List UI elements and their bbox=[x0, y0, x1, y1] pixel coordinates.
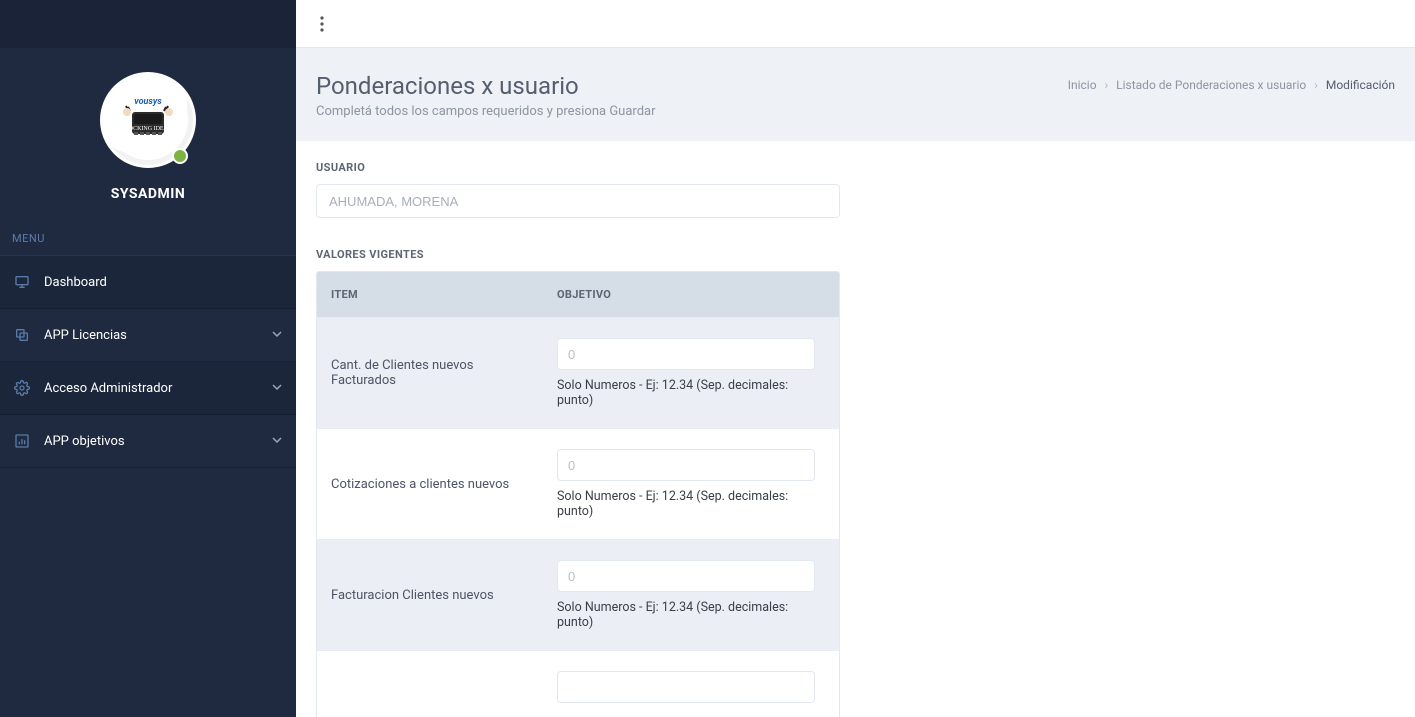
helper-text: Solo Numeros - Ej: 12.34 (Sep. decimales… bbox=[557, 600, 825, 630]
kebab-menu-icon[interactable] bbox=[314, 10, 330, 38]
table-head: ITEM OBJETIVO bbox=[317, 272, 839, 317]
breadcrumb: Inicio › Listado de Ponderaciones x usua… bbox=[1068, 78, 1395, 92]
col-header-objetivo: OBJETIVO bbox=[543, 272, 839, 317]
objetivo-input[interactable] bbox=[557, 449, 815, 481]
sidebar: vousys ROCKING IDEAS bbox=[0, 0, 296, 717]
usuario-label: USUARIO bbox=[316, 161, 1395, 174]
valores-vigentes-label: VALORES VIGENTES bbox=[316, 248, 1395, 261]
page-subtitle: Completá todos los campos requeridos y p… bbox=[316, 104, 656, 119]
monitor-icon bbox=[14, 274, 30, 290]
table-row: Cant. de Clientes nuevos Facturados Solo… bbox=[317, 317, 839, 428]
sidebar-topbar bbox=[0, 0, 296, 48]
gear-icon bbox=[14, 380, 30, 396]
bar-chart-icon bbox=[14, 433, 30, 449]
row-item-label bbox=[317, 651, 543, 717]
chevron-down-icon bbox=[272, 381, 282, 396]
helper-text: Solo Numeros - Ej: 12.34 (Sep. decimales… bbox=[557, 489, 825, 519]
row-item-label: Cant. de Clientes nuevos Facturados bbox=[317, 318, 543, 428]
content: USUARIO VALORES VIGENTES ITEM OBJETIVO C… bbox=[296, 141, 1415, 717]
sidebar-item-label: Acceso Administrador bbox=[44, 381, 272, 396]
chevron-down-icon bbox=[272, 434, 282, 449]
breadcrumb-home[interactable]: Inicio bbox=[1068, 78, 1097, 92]
usuario-input[interactable] bbox=[316, 184, 840, 218]
avatar-wrap: vousys ROCKING IDEAS bbox=[100, 72, 196, 168]
objetivo-input[interactable] bbox=[557, 671, 815, 703]
sidebar-item-dashboard[interactable]: Dashboard bbox=[0, 256, 296, 309]
main-topbar bbox=[296, 0, 1415, 48]
breadcrumb-current: Modificación bbox=[1326, 78, 1395, 92]
objetivo-input[interactable] bbox=[557, 338, 815, 370]
row-item-label: Cotizaciones a clientes nuevos bbox=[317, 429, 543, 539]
svg-text:ROCKING IDEAS: ROCKING IDEAS bbox=[125, 126, 172, 132]
status-online-icon bbox=[172, 148, 188, 164]
sidebar-item-label: Dashboard bbox=[44, 275, 282, 290]
row-item-label: Facturacion Clientes nuevos bbox=[317, 540, 543, 650]
table-row bbox=[317, 650, 839, 717]
chevron-right-icon: › bbox=[1314, 78, 1318, 92]
page-title: Ponderaciones x usuario bbox=[316, 72, 656, 100]
svg-text:vousys: vousys bbox=[134, 97, 162, 107]
copy-icon bbox=[14, 327, 30, 343]
valores-table: ITEM OBJETIVO Cant. de Clientes nuevos F… bbox=[316, 271, 840, 717]
row-objetivo-cell: Solo Numeros - Ej: 12.34 (Sep. decimales… bbox=[543, 540, 839, 650]
profile-name: SYSADMIN bbox=[111, 186, 186, 202]
breadcrumb-mid[interactable]: Listado de Ponderaciones x usuario bbox=[1116, 78, 1306, 92]
table-row: Facturacion Clientes nuevos Solo Numeros… bbox=[317, 539, 839, 650]
sidebar-item-app-licencias[interactable]: APP Licencias bbox=[0, 309, 296, 362]
sidebar-item-acceso-administrador[interactable]: Acceso Administrador bbox=[0, 362, 296, 415]
table-row: Cotizaciones a clientes nuevos Solo Nume… bbox=[317, 428, 839, 539]
chevron-right-icon: › bbox=[1105, 78, 1109, 92]
page-header: Ponderaciones x usuario Completá todos l… bbox=[296, 48, 1415, 141]
sidebar-profile: vousys ROCKING IDEAS bbox=[0, 48, 296, 222]
helper-text: Solo Numeros - Ej: 12.34 (Sep. decimales… bbox=[557, 378, 825, 408]
chevron-down-icon bbox=[272, 328, 282, 343]
objetivo-input[interactable] bbox=[557, 560, 815, 592]
main: Ponderaciones x usuario Completá todos l… bbox=[296, 0, 1415, 717]
menu-section-label: MENU bbox=[0, 222, 296, 256]
row-objetivo-cell: Solo Numeros - Ej: 12.34 (Sep. decimales… bbox=[543, 318, 839, 428]
row-objetivo-cell bbox=[543, 651, 839, 717]
row-objetivo-cell: Solo Numeros - Ej: 12.34 (Sep. decimales… bbox=[543, 429, 839, 539]
col-header-item: ITEM bbox=[317, 272, 543, 317]
sidebar-item-app-objetivos[interactable]: APP objetivos bbox=[0, 415, 296, 468]
page-header-left: Ponderaciones x usuario Completá todos l… bbox=[316, 72, 656, 119]
sidebar-item-label: APP objetivos bbox=[44, 434, 272, 449]
sidebar-item-label: APP Licencias bbox=[44, 328, 272, 343]
